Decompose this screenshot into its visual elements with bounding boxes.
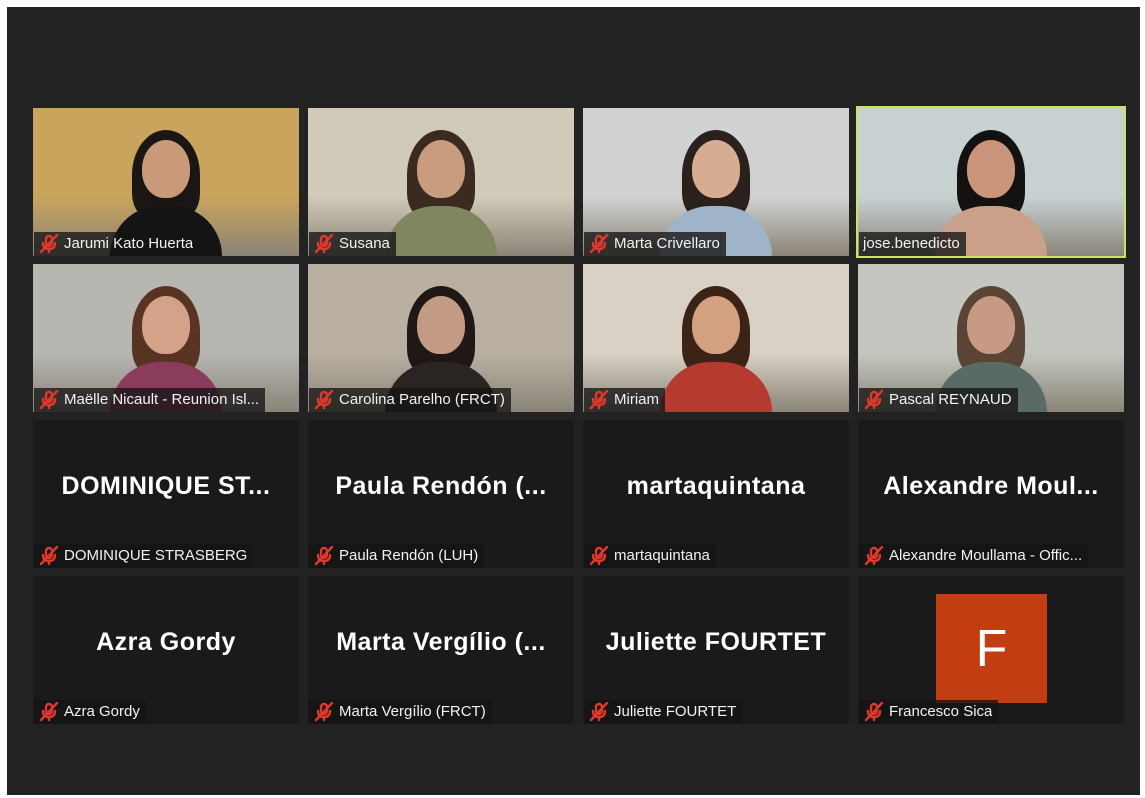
participant-tile[interactable]: Paula Rendón (... Paula Rendón (LUH) xyxy=(308,420,574,568)
participant-name-label: Francesco Sica xyxy=(859,700,999,724)
participant-name-label: Marta Vergílio (FRCT) xyxy=(309,700,492,724)
participant-name-label: jose.benedicto xyxy=(859,232,966,256)
participant-tile[interactable]: Carolina Parelho (FRCT) xyxy=(308,264,574,412)
participant-tile[interactable]: Susana xyxy=(308,108,574,256)
participant-tile[interactable]: Azra Gordy Azra Gordy xyxy=(33,576,299,724)
mic-muted-icon xyxy=(588,545,610,566)
participant-name: Carolina Parelho (FRCT) xyxy=(339,391,505,408)
participant-tile[interactable]: jose.benedicto xyxy=(856,106,1126,258)
participant-name: Azra Gordy xyxy=(64,703,140,720)
participant-display-name: Marta Vergílio (... xyxy=(336,628,546,656)
participant-tile[interactable]: martaquintana martaquintana xyxy=(583,420,849,568)
mic-muted-icon xyxy=(313,701,335,722)
participant-name: jose.benedicto xyxy=(863,235,960,252)
participant-name: Jarumi Kato Huerta xyxy=(64,235,194,252)
participant-name: Marta Vergílio (FRCT) xyxy=(339,703,486,720)
participant-display-name: Alexandre Moul... xyxy=(883,472,1099,500)
participant-display-name: Paula Rendón (... xyxy=(335,472,547,500)
participant-tile[interactable]: Miriam xyxy=(583,264,849,412)
participant-name: Juliette FOURTET xyxy=(614,703,737,720)
participant-tile[interactable]: Maëlle Nicault - Reunion Isl... xyxy=(33,264,299,412)
participant-name-label: DOMINIQUE STRASBERG xyxy=(34,544,254,568)
mic-muted-icon xyxy=(588,701,610,722)
participant-name-label: Carolina Parelho (FRCT) xyxy=(309,388,511,412)
meeting-window: Jarumi Kato Huerta Susana Marta Crivellaro… xyxy=(7,7,1140,795)
participant-tile[interactable]: Jarumi Kato Huerta xyxy=(33,108,299,256)
mic-muted-icon xyxy=(863,545,885,566)
participant-name: martaquintana xyxy=(614,547,710,564)
participant-tile[interactable]: F Francesco Sica xyxy=(858,576,1124,724)
mic-muted-icon xyxy=(38,233,60,254)
participant-display-name: Juliette FOURTET xyxy=(605,628,827,656)
participant-name-label: Paula Rendón (LUH) xyxy=(309,544,485,568)
participant-tile[interactable]: Marta Vergílio (... Marta Vergílio (FRCT) xyxy=(308,576,574,724)
participant-name-label: Alexandre Moullama - Offic... xyxy=(859,544,1089,568)
mic-muted-icon xyxy=(38,389,60,410)
gallery-grid: Jarumi Kato Huerta Susana Marta Crivellaro… xyxy=(33,106,1126,724)
participant-tile[interactable]: DOMINIQUE ST... DOMINIQUE STRASBERG xyxy=(33,420,299,568)
participant-name: Pascal REYNAUD xyxy=(889,391,1012,408)
mic-muted-icon xyxy=(588,233,610,254)
participant-display-name: DOMINIQUE ST... xyxy=(61,472,271,500)
mic-muted-icon xyxy=(38,545,60,566)
mic-muted-icon xyxy=(863,389,885,410)
participant-name-label: martaquintana xyxy=(584,544,716,568)
participant-tile[interactable]: Alexandre Moul... Alexandre Moullama - Of… xyxy=(858,420,1124,568)
participant-display-name: martaquintana xyxy=(626,472,806,500)
participant-name: Maëlle Nicault - Reunion Isl... xyxy=(64,391,260,408)
mic-muted-icon xyxy=(313,389,335,410)
mic-muted-icon xyxy=(863,701,885,722)
participant-tile[interactable]: Pascal REYNAUD xyxy=(858,264,1124,412)
participant-name-label: Marta Crivellaro xyxy=(584,232,726,256)
participant-tile[interactable]: Juliette FOURTET Juliette FOURTET xyxy=(583,576,849,724)
mic-muted-icon xyxy=(313,545,335,566)
participant-display-name: Azra Gordy xyxy=(96,628,236,656)
participant-name: Marta Crivellaro xyxy=(614,235,720,252)
participant-name: Susana xyxy=(339,235,390,252)
participant-name-label: Juliette FOURTET xyxy=(584,700,743,724)
participant-name: Alexandre Moullama - Offic... xyxy=(889,547,1083,564)
participant-name-label: Jarumi Kato Huerta xyxy=(34,232,200,256)
mic-muted-icon xyxy=(588,389,610,410)
participant-name-label: Susana xyxy=(309,232,396,256)
participant-name: Francesco Sica xyxy=(889,703,993,720)
participant-name-label: Pascal REYNAUD xyxy=(859,388,1018,412)
mic-muted-icon xyxy=(38,701,60,722)
participant-name-label: Miriam xyxy=(584,388,665,412)
participant-name-label: Maëlle Nicault - Reunion Isl... xyxy=(34,388,266,412)
participant-tile[interactable]: Marta Crivellaro xyxy=(583,108,849,256)
participant-name-label: Azra Gordy xyxy=(34,700,146,724)
participant-name: Miriam xyxy=(614,391,659,408)
mic-muted-icon xyxy=(313,233,335,254)
participant-avatar: F xyxy=(936,594,1047,703)
participant-name: Paula Rendón (LUH) xyxy=(339,547,479,564)
participant-name: DOMINIQUE STRASBERG xyxy=(64,547,248,564)
